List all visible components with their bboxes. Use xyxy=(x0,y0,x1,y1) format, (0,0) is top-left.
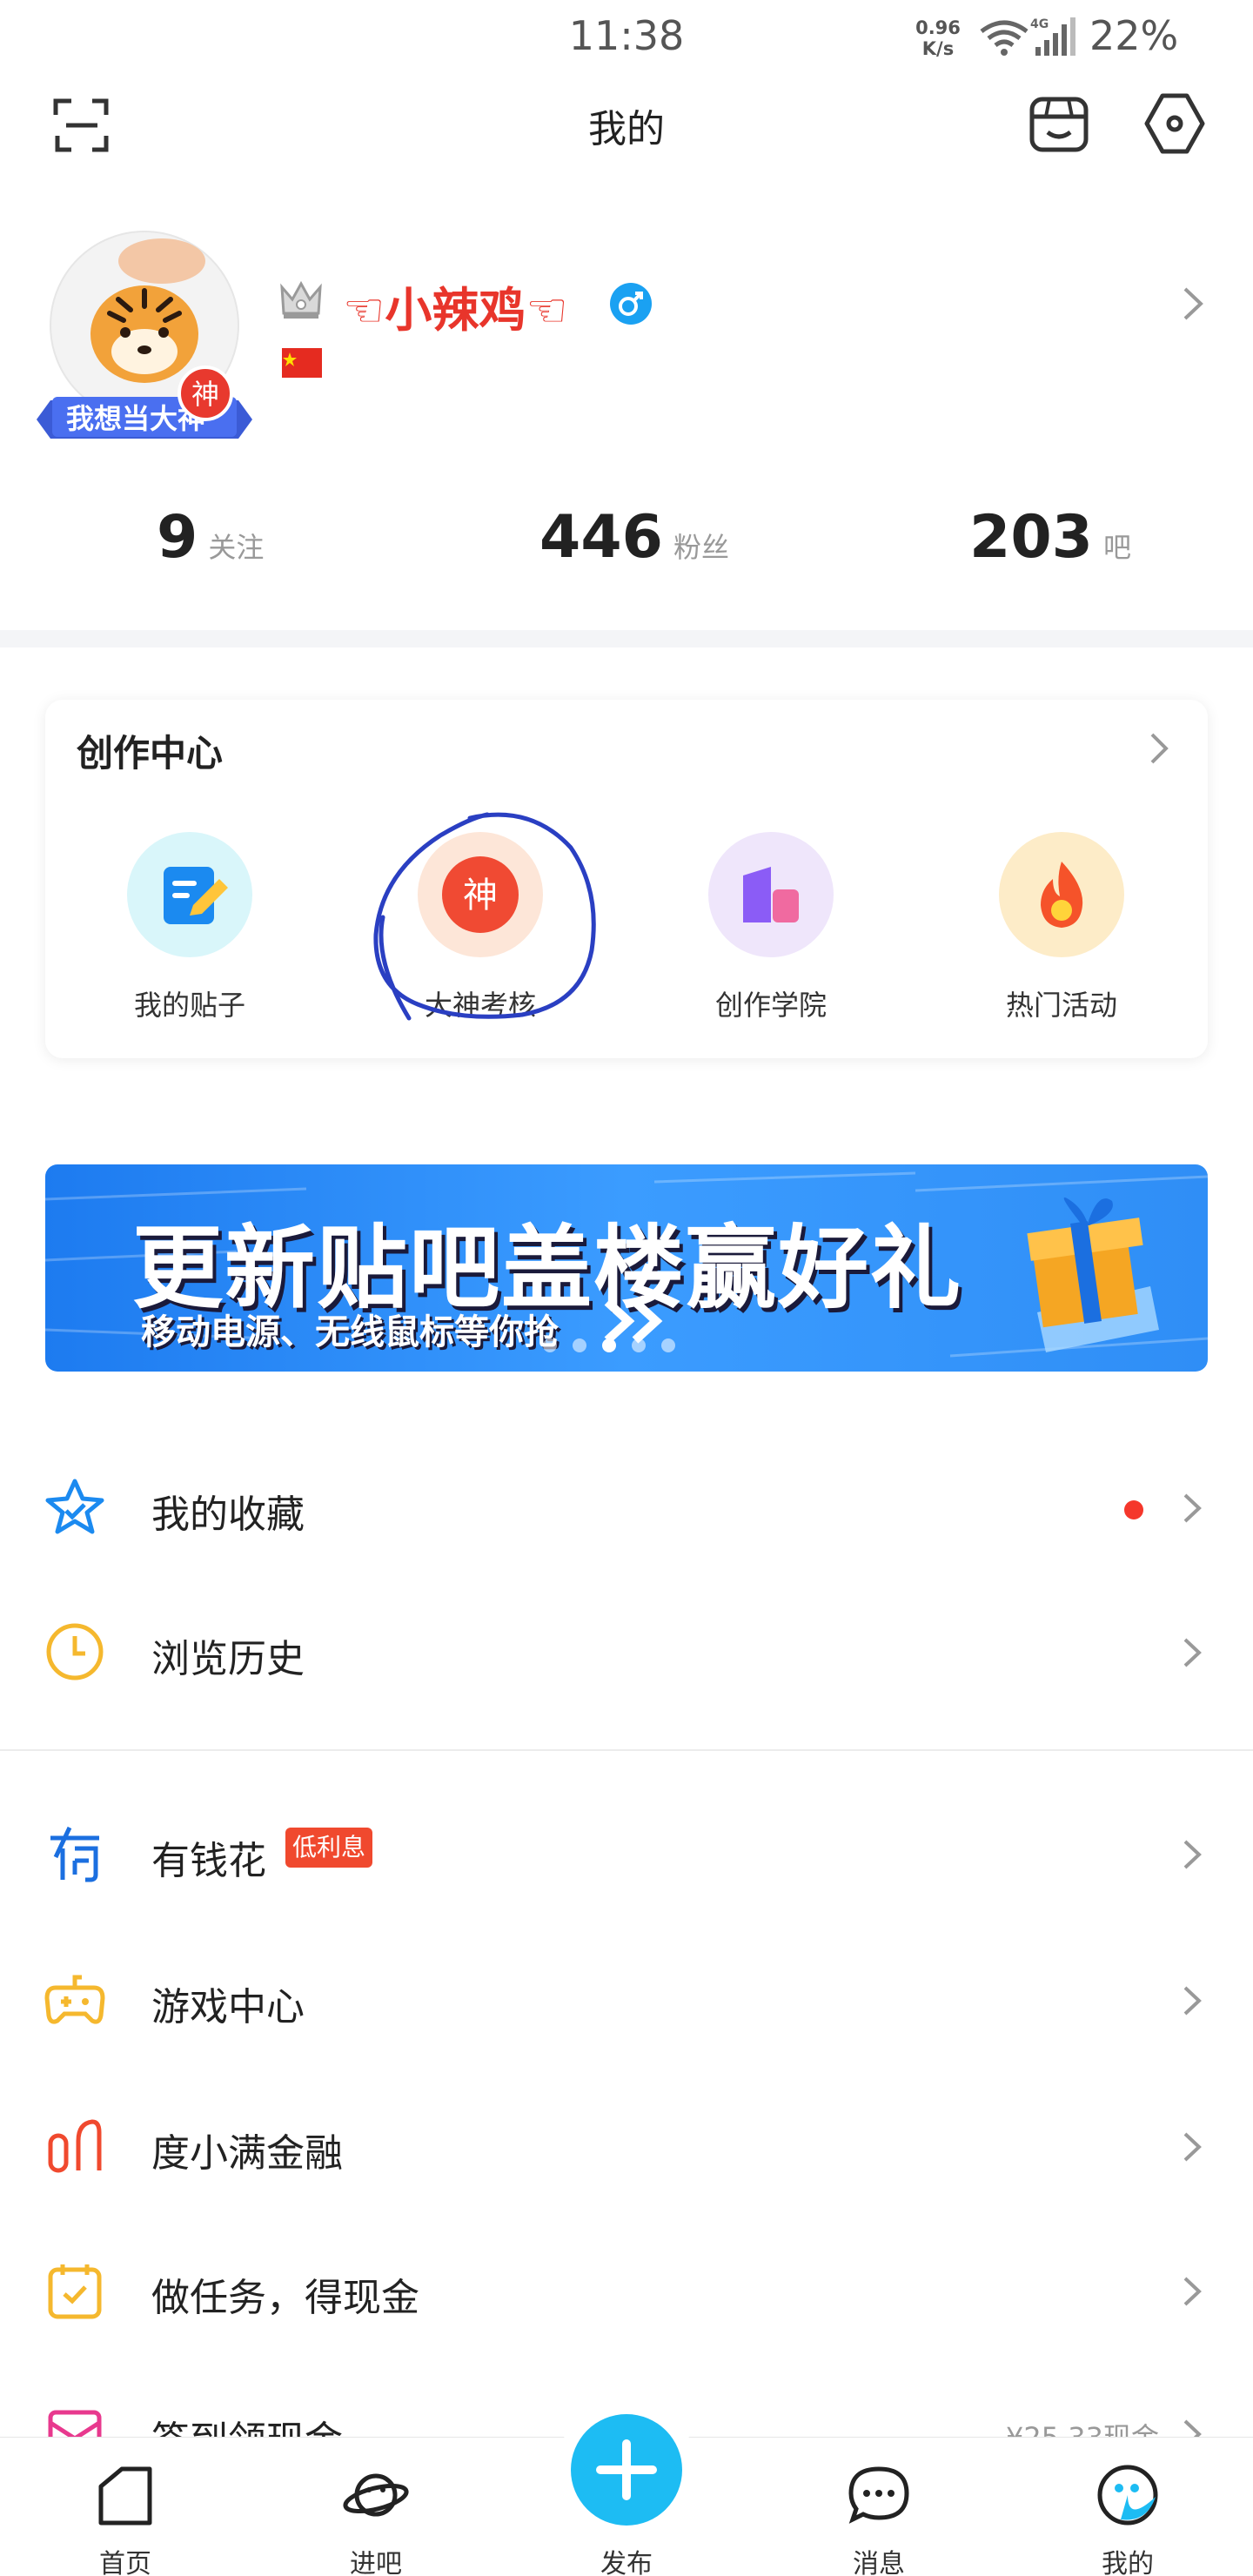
avatar[interactable]: 我想当大神 神 xyxy=(31,230,258,447)
network-type-label: 4G xyxy=(1030,17,1049,31)
creation-center-card: 创作中心 我的贴子 神 大神考核 创作学院 热门活动 xyxy=(45,700,1208,1058)
creation-item-academy[interactable]: 创作学院 xyxy=(675,832,867,1034)
wifi-icon xyxy=(980,20,1029,56)
gift-box-icon xyxy=(1027,1197,1159,1352)
menu-item-label: 游戏中心 xyxy=(151,1985,305,2029)
profile-face-icon xyxy=(1097,2465,1158,2526)
notification-dot xyxy=(1124,1500,1143,1519)
calendar-check-icon xyxy=(48,2264,102,2319)
nav-label: 我的 xyxy=(1102,2549,1154,2576)
creation-item-label: 我的贴子 xyxy=(133,989,245,1022)
menu-item-label: 我的收藏 xyxy=(151,1493,305,1537)
promo-banner[interactable]: 更新贴吧盖楼赢好礼 移动电源、无线鼠标等你抢 xyxy=(45,1164,1208,1372)
chevron-right-icon xyxy=(1183,1840,1202,1869)
stat-label: 关注 xyxy=(208,531,265,564)
chevron-right-icon xyxy=(1183,2277,1202,2306)
status-bar: 11:38 0.96 K/s 4G 22% xyxy=(0,0,1253,75)
creation-item-god-review[interactable]: 神 大神考核 xyxy=(385,832,576,1034)
stat-value: 446 xyxy=(539,503,663,572)
plus-icon xyxy=(596,2439,657,2500)
stat-followers[interactable]: 446 粉丝 xyxy=(539,503,729,572)
carousel-dot[interactable] xyxy=(661,1338,675,1352)
nav-my-profile[interactable]: 我的 xyxy=(1041,2438,1215,2576)
stat-label: 吧 xyxy=(1102,531,1131,564)
banner-subtitle: 移动电源、无线鼠标等你抢 xyxy=(141,1312,559,1352)
home-icon xyxy=(98,2466,152,2526)
creation-item-hot-events[interactable]: 热门活动 xyxy=(966,832,1157,1034)
chevron-right-icon[interactable] xyxy=(1147,729,1171,768)
menu-item-label: 做任务，得现金 xyxy=(151,2276,419,2320)
stat-value: 9 xyxy=(157,503,198,572)
clock-icon xyxy=(46,1623,104,1680)
stat-forums[interactable]: 203 吧 xyxy=(969,503,1131,572)
menu-item-duxiaoman[interactable]: 度小满金融 xyxy=(0,2075,1253,2214)
god-badge-icon: 神 xyxy=(418,832,543,957)
nav-label: 进吧 xyxy=(350,2549,402,2576)
nav-label: 消息 xyxy=(853,2549,905,2576)
creation-item-label: 创作学院 xyxy=(714,989,827,1022)
god-badge-text: 神 xyxy=(463,875,498,916)
carousel-dot-active[interactable] xyxy=(602,1338,616,1352)
chevron-right-icon xyxy=(1183,2132,1202,2162)
menu-item-game-center[interactable]: 游戏中心 xyxy=(0,1929,1253,2068)
chevron-right-icon xyxy=(1183,1493,1202,1523)
menu-item-label: 浏览历史 xyxy=(151,1637,305,1681)
menu-item-youqianhua[interactable]: 有钱花 低利息 xyxy=(0,1782,1253,1922)
battery-level: 22% xyxy=(1089,12,1179,59)
edit-note-icon xyxy=(127,832,252,957)
china-flag-icon xyxy=(282,348,322,378)
carousel-indicator xyxy=(543,1338,675,1352)
carousel-dot[interactable] xyxy=(573,1338,586,1352)
creation-item-label: 热门活动 xyxy=(1005,989,1117,1022)
chevron-right-icon xyxy=(1183,1986,1202,2016)
publish-button[interactable] xyxy=(571,2414,682,2526)
low-interest-badge: 低利息 xyxy=(285,1828,373,1868)
settings-icon[interactable] xyxy=(1142,91,1208,157)
star-icon xyxy=(45,1479,104,1534)
profile-section[interactable]: 我想当大神 神 ☜小辣鸡☜ 9 关注 446 粉丝 203 吧 xyxy=(0,218,1253,635)
shop-icon[interactable] xyxy=(1027,92,1091,155)
carousel-dot[interactable] xyxy=(632,1338,646,1352)
planet-icon xyxy=(343,2473,409,2517)
crown-icon xyxy=(280,280,322,319)
message-bubble-icon xyxy=(848,2466,909,2524)
avatar-badge: 神 xyxy=(191,378,219,411)
username[interactable]: ☜小辣鸡☜ xyxy=(343,272,568,340)
network-speed: 0.96 K/s xyxy=(910,17,966,59)
my-page: { "status_bar": { "time": "11:38", "net_… xyxy=(0,0,1253,2576)
creation-center-title: 创作中心 xyxy=(77,732,224,775)
flame-icon xyxy=(999,832,1124,957)
stat-value: 203 xyxy=(969,503,1093,572)
money-flower-icon xyxy=(50,1826,99,1882)
network-speed-unit: K/s xyxy=(921,38,955,59)
nav-forums[interactable]: 进吧 xyxy=(289,2438,463,2576)
menu-item-label: 有钱花 xyxy=(151,1839,266,1883)
list-divider xyxy=(0,1749,1253,1751)
male-gender-icon xyxy=(610,283,652,325)
section-divider xyxy=(0,630,1253,647)
stat-label: 粉丝 xyxy=(673,531,729,564)
gamepad-icon xyxy=(44,1975,105,2024)
creation-item-my-posts[interactable]: 我的贴子 xyxy=(94,832,285,1034)
chevron-right-icon xyxy=(1183,1638,1202,1667)
nav-messages[interactable]: 消息 xyxy=(792,2438,966,2576)
nav-label: 发布 xyxy=(600,2549,653,2576)
finance-bars-icon xyxy=(48,2119,102,2173)
network-speed-value: 0.96 xyxy=(915,17,961,38)
nav-label: 首页 xyxy=(99,2549,151,2576)
creation-item-label: 大神考核 xyxy=(424,989,536,1022)
menu-item-label: 度小满金融 xyxy=(151,2131,343,2176)
academy-icon xyxy=(708,832,834,957)
carousel-dot[interactable] xyxy=(543,1338,557,1352)
menu-item-favorites[interactable]: 我的收藏 xyxy=(0,1436,1253,1575)
top-header: 我的 xyxy=(0,75,1253,169)
nav-home[interactable]: 首页 xyxy=(38,2438,212,2576)
signal-icon: 4G xyxy=(1030,17,1075,56)
stat-following[interactable]: 9 关注 xyxy=(157,503,264,572)
menu-item-tasks[interactable]: 做任务，得现金 xyxy=(0,2219,1253,2358)
menu-item-history[interactable]: 浏览历史 xyxy=(0,1580,1253,1720)
chevron-right-icon[interactable] xyxy=(1180,284,1206,324)
